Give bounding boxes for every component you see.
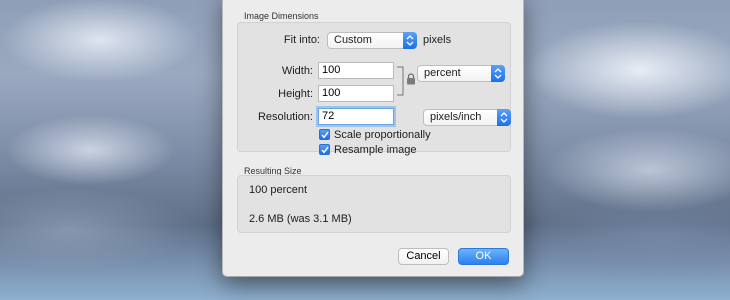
resolution-unit-value: pixels/inch [430,111,482,123]
resolution-field[interactable]: 72 [318,108,394,125]
resulting-size-group: 100 percent 2.6 MB (was 3.1 MB) [237,175,511,233]
image-dimensions-heading: Image Dimensions [244,11,319,21]
width-field[interactable]: 100 [318,62,394,79]
resolution-unit-popup[interactable]: pixels/inch [423,109,511,126]
resample-image-label: Resample image [334,144,417,156]
cancel-button[interactable]: Cancel [398,248,449,265]
fit-into-popup[interactable]: Custom [327,32,417,49]
popup-arrows-icon [403,32,417,49]
size-unit-value: percent [424,67,461,79]
fit-into-label: Fit into: [283,34,320,46]
size-unit-popup[interactable]: percent [417,65,505,82]
width-label: Width: [281,65,313,77]
resulting-percent-text: 100 percent [249,184,308,196]
resolution-label: Resolution: [257,111,313,123]
height-field[interactable]: 100 [318,85,394,102]
resample-image-checkbox[interactable] [319,144,330,155]
image-dimensions-group: Fit into: Custom pixels Width: 100 Heigh… [237,22,511,156]
ok-button[interactable]: OK [458,248,509,265]
resulting-size-text: 2.6 MB (was 3.1 MB) [249,213,352,225]
popup-arrows-icon [491,65,505,82]
height-label: Height: [278,88,313,100]
fit-into-value: Custom [334,34,372,46]
fit-into-unit: pixels [423,34,452,46]
scale-proportionally-label: Scale proportionally [334,129,431,141]
popup-arrows-icon [497,109,511,126]
adjust-size-dialog: Image Dimensions Fit into: Custom pixels… [222,0,524,277]
lock-icon[interactable] [406,73,416,85]
scale-proportionally-checkbox[interactable] [319,129,330,140]
